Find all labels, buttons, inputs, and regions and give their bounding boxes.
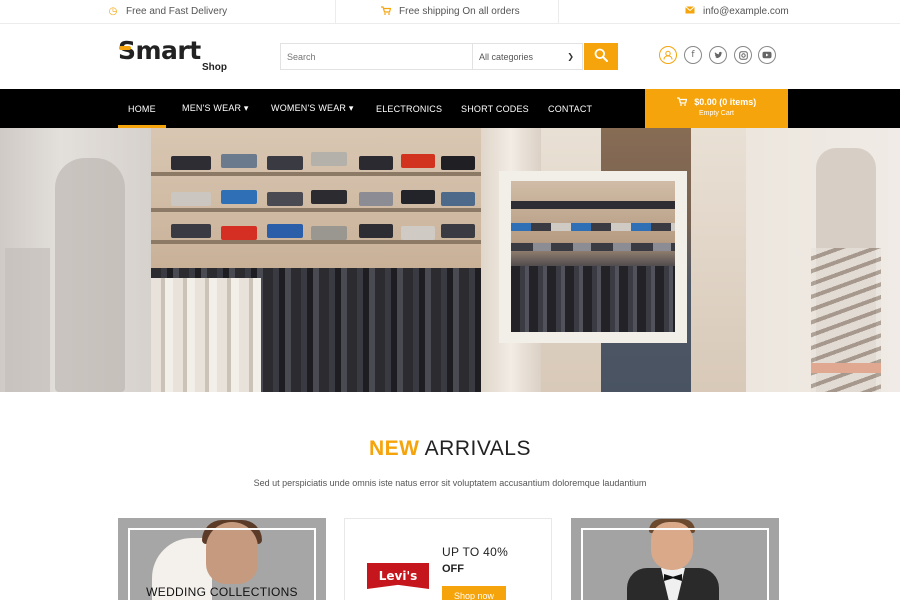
shelf bbox=[151, 240, 481, 244]
shelf bbox=[151, 172, 481, 176]
clothes-rack bbox=[511, 266, 675, 332]
clothes-stack bbox=[359, 156, 393, 170]
email-info[interactable]: info@example.com bbox=[685, 0, 789, 23]
top-bar: ◷ Free and Fast Delivery Free shipping O… bbox=[0, 0, 900, 24]
site-header: Smart Shop All categories ❯ f bbox=[0, 24, 900, 89]
clothes-stack bbox=[267, 224, 303, 238]
clothes-stack bbox=[171, 192, 211, 206]
clothes-stack bbox=[401, 226, 435, 240]
divider bbox=[558, 0, 559, 23]
title-accent: NEW bbox=[368, 437, 420, 460]
cart-total: $0.00 (0 items) bbox=[645, 97, 788, 107]
cart-icon bbox=[676, 97, 695, 107]
logo[interactable]: Smart Shop bbox=[118, 36, 238, 76]
logo-sub: Shop bbox=[202, 62, 227, 73]
cart-icon bbox=[381, 5, 392, 18]
title-rest: ARRIVALS bbox=[424, 437, 531, 460]
clothes-stack bbox=[359, 224, 393, 238]
cart-button[interactable]: $0.00 (0 items) Empty Cart bbox=[645, 89, 788, 128]
user-icon[interactable] bbox=[659, 46, 677, 64]
facebook-icon[interactable]: f bbox=[684, 46, 702, 64]
wedding-collection-card[interactable]: WEDDING COLLECTIONS bbox=[118, 518, 326, 600]
category-selected: All categories bbox=[479, 51, 534, 62]
twitter-icon[interactable] bbox=[709, 46, 727, 64]
mannequin-shape bbox=[5, 248, 50, 392]
nav-item-home[interactable]: HOME bbox=[118, 89, 166, 128]
clothes-stack bbox=[401, 190, 435, 204]
clothes-stack bbox=[441, 156, 475, 170]
section-title: NEW ARRIVALS bbox=[0, 437, 900, 461]
cart-total-text: $0.00 (0 items) bbox=[694, 97, 757, 107]
clothes-stack bbox=[171, 224, 211, 238]
levis-logo: Levi's bbox=[367, 563, 429, 589]
youtube-icon[interactable] bbox=[758, 46, 776, 64]
nav-item-electronics[interactable]: ELECTRONICS bbox=[376, 89, 442, 128]
cart-status: Empty Cart bbox=[698, 110, 734, 117]
clock-icon: ◷ bbox=[108, 6, 118, 17]
card-border bbox=[581, 528, 769, 600]
clothes-row bbox=[511, 201, 675, 209]
clothes-stack bbox=[311, 226, 347, 240]
clothes-stack bbox=[267, 192, 303, 206]
shelf bbox=[151, 208, 481, 212]
clothes-stack bbox=[171, 156, 211, 170]
clothes-row bbox=[511, 243, 675, 251]
chevron-down-icon: ❯ bbox=[567, 52, 574, 61]
clothes-stack bbox=[359, 192, 393, 206]
clothes-stack bbox=[441, 192, 475, 206]
promo-off-text: OFF bbox=[442, 563, 464, 575]
shipping-text: Free shipping On all orders bbox=[399, 6, 520, 17]
delivery-text: Free and Fast Delivery bbox=[126, 6, 228, 17]
shop-now-button[interactable]: Shop now bbox=[442, 586, 506, 600]
clothes-stack bbox=[221, 154, 257, 168]
mannequin-shape bbox=[55, 158, 125, 392]
instagram-icon[interactable] bbox=[734, 46, 752, 64]
clothes-rack-light bbox=[151, 278, 261, 392]
clothes-stack bbox=[311, 190, 347, 204]
clothes-stack bbox=[441, 224, 475, 238]
search-input[interactable] bbox=[280, 43, 472, 70]
search-button[interactable] bbox=[584, 43, 618, 70]
shipping-info: Free shipping On all orders bbox=[381, 0, 520, 23]
nav-item-short-codes[interactable]: SHORT CODES bbox=[461, 89, 529, 128]
section-subtitle: Sed ut perspiciatis unde omnis iste natu… bbox=[253, 478, 647, 488]
clothes-stack bbox=[221, 226, 257, 240]
logo-word: Smart bbox=[118, 36, 201, 65]
card-label: WEDDING COLLECTIONS bbox=[146, 585, 298, 599]
hero-side-image-left bbox=[0, 128, 151, 392]
clothes-stack bbox=[221, 190, 257, 204]
dress-stripe bbox=[811, 363, 881, 373]
envelope-icon bbox=[685, 6, 695, 17]
hero-banner bbox=[0, 128, 900, 392]
mens-collection-card[interactable] bbox=[571, 518, 779, 600]
clothes-row bbox=[511, 223, 675, 231]
email-link[interactable]: info@example.com bbox=[703, 6, 789, 17]
nav-item-womens-wear[interactable]: WOMEN'S WEAR ▾ bbox=[271, 89, 354, 128]
clothes-stack bbox=[401, 154, 435, 168]
clothes-stack bbox=[267, 156, 303, 170]
category-select[interactable]: All categories ❯ bbox=[472, 43, 583, 70]
clothes-stack bbox=[311, 152, 347, 166]
logo-swoosh bbox=[119, 46, 131, 50]
promo-card: Levi's UP TO 40% OFF Shop now bbox=[344, 518, 552, 600]
delivery-info: ◷ Free and Fast Delivery bbox=[108, 0, 228, 23]
divider bbox=[335, 0, 336, 23]
search-icon bbox=[594, 48, 608, 65]
hero-inset-image bbox=[511, 181, 675, 332]
nav-item-contact[interactable]: CONTACT bbox=[548, 89, 592, 128]
promo-text: UP TO 40% bbox=[442, 545, 509, 559]
nav-item-mens-wear[interactable]: MEN'S WEAR ▾ bbox=[182, 89, 249, 128]
hero-side-image-right bbox=[746, 128, 900, 392]
